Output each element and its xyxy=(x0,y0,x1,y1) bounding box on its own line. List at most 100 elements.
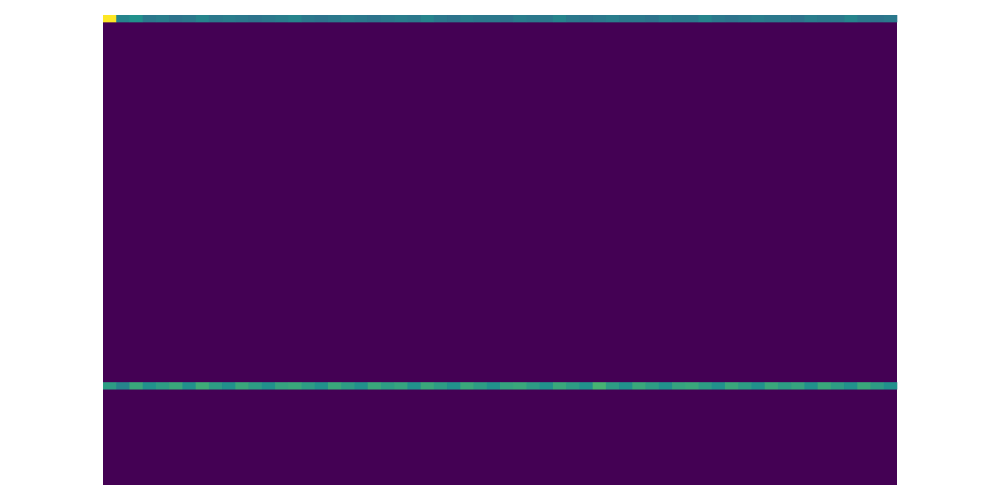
heatmap-cell xyxy=(566,15,580,23)
heatmap-cell xyxy=(632,382,646,390)
heatmap-cell xyxy=(645,15,660,23)
heatmap-cell xyxy=(526,382,540,390)
heatmap-cell xyxy=(327,15,342,23)
heatmap-cell xyxy=(407,382,421,390)
heatmap-cell xyxy=(261,15,276,23)
heatmap-cell xyxy=(539,382,554,390)
heatmap-cell xyxy=(354,15,368,23)
heatmap-cell xyxy=(208,15,223,23)
heatmap-cell xyxy=(155,15,170,23)
heatmap-cell xyxy=(500,15,514,23)
heatmap-cell xyxy=(526,15,540,23)
heatmap-cell xyxy=(380,15,395,23)
heatmap-background xyxy=(103,15,897,485)
heatmap-cell xyxy=(711,382,726,390)
heatmap-cell xyxy=(261,382,276,390)
heatmap-cell xyxy=(764,382,779,390)
heatmap-cell xyxy=(672,15,686,23)
heatmap-cell xyxy=(301,382,316,390)
heatmap-cell xyxy=(804,382,818,390)
heatmap-cell xyxy=(367,15,382,23)
heatmap-cell xyxy=(857,15,871,23)
heatmap-cell xyxy=(248,382,263,390)
heatmap-cell xyxy=(552,382,567,390)
heatmap-cell xyxy=(103,382,117,390)
heatmap-cell xyxy=(182,15,196,23)
heatmap-cell xyxy=(182,382,196,390)
heatmap-cell xyxy=(301,15,316,23)
heatmap-cell xyxy=(844,15,858,23)
heatmap-cell xyxy=(698,382,713,390)
heatmap-cell xyxy=(619,382,633,390)
heatmap-cell xyxy=(222,382,236,390)
heatmap-cell xyxy=(777,15,792,23)
heatmap-cell xyxy=(751,382,765,390)
heatmap-cell xyxy=(658,15,673,23)
heatmap-cell xyxy=(830,382,845,390)
heatmap-plot xyxy=(103,15,898,485)
heatmap-cell xyxy=(791,15,805,23)
heatmap-cell xyxy=(327,382,342,390)
heatmap-cell xyxy=(394,15,408,23)
heatmap-cell xyxy=(566,382,580,390)
heatmap-cell xyxy=(341,382,355,390)
heatmap-cell xyxy=(724,15,739,23)
heatmap-cell xyxy=(645,382,660,390)
heatmap-cell xyxy=(870,15,885,23)
heatmap-cell xyxy=(314,15,329,23)
heatmap-cell xyxy=(473,382,488,390)
heatmap-cell xyxy=(883,382,898,390)
heatmap-cell xyxy=(738,382,752,390)
heatmap-cell xyxy=(870,382,885,390)
heatmap-cell xyxy=(539,15,554,23)
heatmap-cell xyxy=(857,382,871,390)
heatmap-cell xyxy=(235,15,249,23)
heatmap-cell xyxy=(447,15,461,23)
heatmap-cell xyxy=(698,15,713,23)
heatmap-cell xyxy=(844,382,858,390)
heatmap-cell xyxy=(394,382,408,390)
heatmap-cell xyxy=(579,15,593,23)
heatmap-cell xyxy=(275,15,289,23)
heatmap-cell xyxy=(672,382,686,390)
heatmap-cell xyxy=(592,382,607,390)
heatmap-cell xyxy=(420,382,435,390)
heatmap-cell xyxy=(208,382,223,390)
heatmap-cell xyxy=(883,15,898,23)
heatmap-cell xyxy=(288,382,302,390)
heatmap-cell xyxy=(235,382,249,390)
heatmap-cell xyxy=(658,382,673,390)
heatmap-cell xyxy=(380,382,395,390)
heatmap-cell xyxy=(486,15,501,23)
heatmap-cell xyxy=(473,15,488,23)
heatmap-cell xyxy=(605,382,620,390)
heatmap-cell xyxy=(169,15,183,23)
heatmap-cell xyxy=(169,382,183,390)
heatmap-cell xyxy=(407,15,421,23)
heatmap-cell xyxy=(632,15,646,23)
heatmap-cell xyxy=(791,382,805,390)
heatmap-cell xyxy=(447,382,461,390)
heatmap-cell xyxy=(460,15,474,23)
heatmap-cell xyxy=(685,382,699,390)
heatmap-cell xyxy=(341,15,355,23)
heatmap-cell xyxy=(500,382,514,390)
heatmap-cell xyxy=(195,15,210,23)
heatmap-cell xyxy=(129,382,143,390)
heatmap-cell xyxy=(420,15,435,23)
heatmap-cell xyxy=(433,15,448,23)
figure xyxy=(0,0,1000,500)
heatmap-cell xyxy=(222,15,236,23)
heatmap-cell xyxy=(314,382,329,390)
heatmap-cell xyxy=(354,382,368,390)
heatmap-cell xyxy=(275,382,289,390)
heatmap-cell xyxy=(724,382,739,390)
heatmap-cell xyxy=(685,15,699,23)
heatmap-cell xyxy=(764,15,779,23)
heatmap-cell xyxy=(129,15,143,23)
heatmap-cell xyxy=(433,382,448,390)
heatmap-cell xyxy=(777,382,792,390)
heatmap-cell xyxy=(804,15,818,23)
heatmap-cell xyxy=(116,15,130,23)
heatmap-cell xyxy=(155,382,170,390)
